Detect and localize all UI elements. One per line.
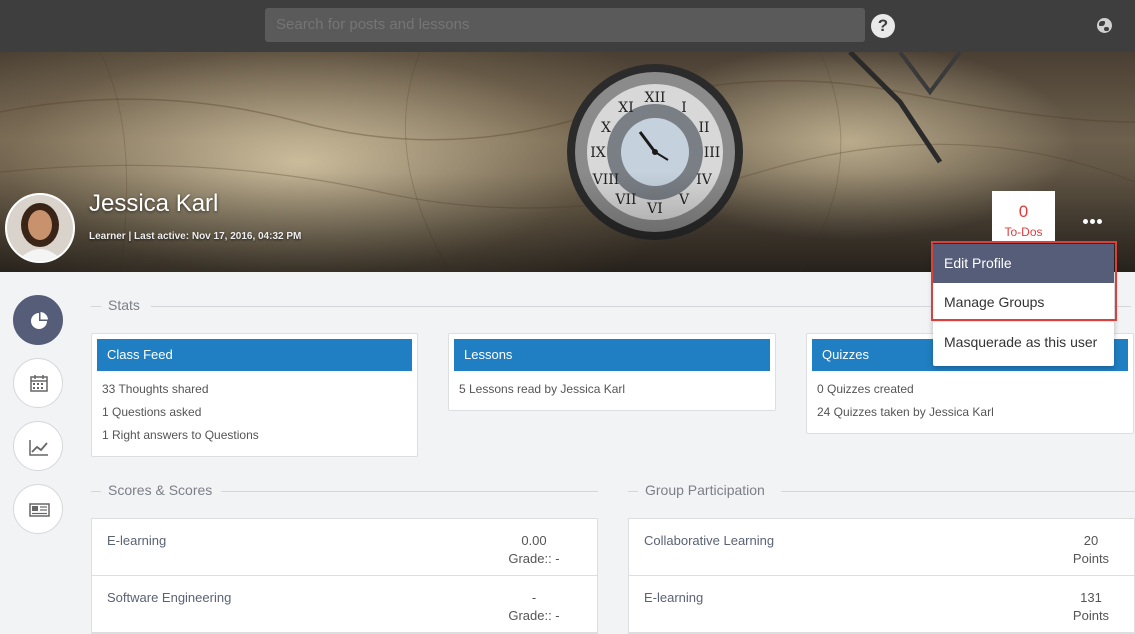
stats-heading-label: Stats [108,297,140,313]
scores-heading: Scores & Scores [91,481,598,501]
todos-label: To-Dos [1004,225,1043,239]
table-row: E-learning 131 Points [629,576,1134,633]
trend-chart-icon [29,440,48,456]
user-name: Jessica Karl [89,190,219,217]
score-course-name: E-learning [107,533,167,548]
newspaper-icon [29,503,50,517]
sidebar-progress-button[interactable] [13,421,63,471]
group-participation-table: Collaborative Learning 20 Points E-learni… [628,518,1135,634]
svg-text:III: III [704,145,721,161]
svg-text:XI: XI [618,100,634,116]
menu-item-masquerade[interactable]: Masquerade as this user [933,323,1114,362]
group-participation-heading: Group Participation [628,481,1135,501]
pie-chart-icon [31,312,48,329]
lessons-card-title: Lessons [454,339,770,371]
calendar-icon [30,375,48,392]
svg-text:I: I [681,100,687,116]
lessons-card: Lessons 5 Lessons read by Jessica Karl [448,333,776,411]
table-row: E-learning 0.00 Grade:: - [92,519,597,576]
class-feed-line: 1 Right answers to Questions [102,428,259,442]
svg-text:XII: XII [644,90,665,106]
help-icon[interactable]: ? [871,14,895,38]
score-value: 0.00 Grade:: - [508,533,560,566]
avatar[interactable] [5,193,75,263]
svg-text:II: II [698,120,709,136]
avatar-photo [7,195,73,261]
group-points: 131 Points [1072,590,1110,623]
sidebar-calendar-button[interactable] [13,358,63,408]
class-feed-card-title: Class Feed [97,339,412,371]
scores-table: E-learning 0.00 Grade:: - Software Engine… [91,518,598,634]
group-participation-heading-label: Group Participation [645,482,765,498]
svg-text:X: X [601,120,611,136]
menu-item-manage-groups[interactable]: Manage Groups [933,283,1114,322]
quizzes-line: 0 Quizzes created [817,382,914,396]
search-input[interactable] [265,8,865,42]
score-course-name: Software Engineering [107,590,232,605]
score-value: - Grade:: - [508,590,560,623]
table-row: Collaborative Learning 20 Points [629,519,1134,576]
group-name: E-learning [644,590,704,605]
quizzes-line: 24 Quizzes taken by Jessica Karl [817,405,994,419]
profile-options-menu: Edit Profile Manage Groups Masquerade as… [933,244,1114,366]
menu-item-edit-profile[interactable]: Edit Profile [933,244,1114,283]
scores-heading-label: Scores & Scores [108,482,213,498]
globe-icon[interactable] [1097,18,1112,33]
more-options-icon[interactable] [1083,219,1105,227]
user-meta: Learner | Last active: Nov 17, 2016, 04:… [89,231,302,242]
group-name: Collaborative Learning [644,533,775,548]
todos-counter[interactable]: 0 To-Dos [992,191,1055,241]
sidebar-stats-button[interactable] [13,295,63,345]
sidebar-feed-button[interactable] [13,484,63,534]
top-bar: ? [0,0,1135,52]
lessons-line: 5 Lessons read by Jessica Karl [459,382,626,396]
class-feed-card: Class Feed 33 Thoughts shared 1 Question… [91,333,418,457]
todos-count: 0 [1018,202,1029,221]
class-feed-line: 1 Questions asked [102,405,202,419]
class-feed-line: 33 Thoughts shared [102,382,209,396]
svg-text:IX: IX [590,145,606,161]
table-row: Software Engineering - Grade:: - [92,576,597,633]
group-points: 20 Points [1072,533,1110,566]
